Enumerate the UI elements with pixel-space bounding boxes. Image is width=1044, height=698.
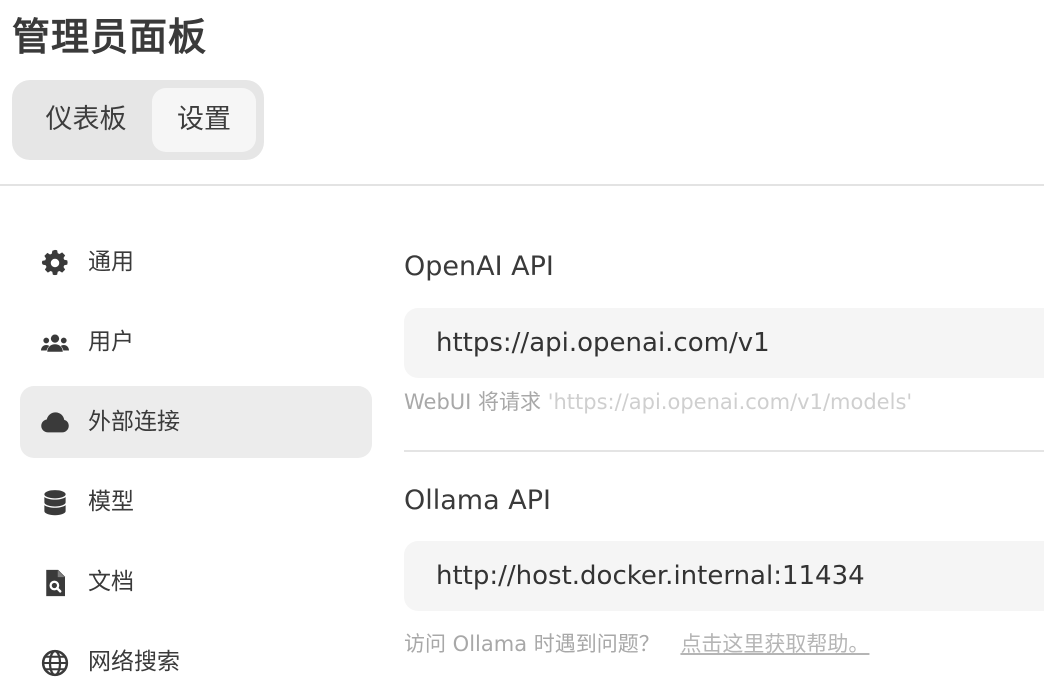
users-icon — [41, 334, 69, 352]
sidebar-item-label: 文档 — [88, 569, 134, 595]
database-icon — [44, 490, 66, 516]
sidebar-item-web-search[interactable]: 网络搜索 — [20, 626, 372, 698]
sidebar-item-label: 网络搜索 — [88, 649, 180, 675]
sidebar-item-label: 用户 — [88, 329, 134, 355]
tab-settings[interactable]: 设置 — [152, 88, 256, 152]
sidebar-item-label: 外部连接 — [88, 409, 180, 435]
sidebar-item-connections[interactable]: 外部连接 — [20, 386, 372, 458]
cloud-icon — [41, 412, 69, 433]
header-divider — [0, 184, 1044, 186]
openai-models-url: 'https://api.openai.com/v1/models' — [547, 390, 913, 414]
sidebar-item-label: 通用 — [88, 249, 134, 275]
sidebar-item-documents[interactable]: 文档 — [20, 546, 372, 618]
section-divider — [404, 450, 1044, 452]
sidebar-item-general[interactable]: 通用 — [20, 226, 372, 298]
document-search-icon — [46, 569, 65, 597]
openai-url-input[interactable] — [404, 308, 1044, 378]
sidebar-item-users[interactable]: 用户 — [20, 306, 372, 378]
openai-hint-text: WebUI 将请求 — [404, 390, 542, 414]
globe-icon — [41, 649, 69, 677]
ollama-api-label: Ollama API — [404, 485, 551, 516]
ollama-hint-text: 访问 Ollama 时遇到问题？ — [404, 632, 660, 656]
tab-dashboard[interactable]: 仪表板 — [26, 88, 146, 152]
openai-api-label: OpenAI API — [404, 251, 554, 282]
openai-hint: WebUI 将请求 'https://api.openai.com/v1/mod… — [404, 388, 912, 416]
ollama-url-input[interactable] — [404, 541, 1044, 611]
page-title: 管理员面板 — [12, 15, 208, 59]
ollama-hint: 访问 Ollama 时遇到问题？ 点击这里获取帮助。 — [404, 630, 869, 658]
sidebar-item-label: 模型 — [88, 489, 134, 515]
gear-icon — [41, 249, 68, 276]
top-tab-bar: 仪表板 设置 — [12, 80, 264, 160]
help-link[interactable]: 点击这里获取帮助。 — [680, 632, 869, 656]
sidebar-item-models[interactable]: 模型 — [20, 466, 372, 538]
